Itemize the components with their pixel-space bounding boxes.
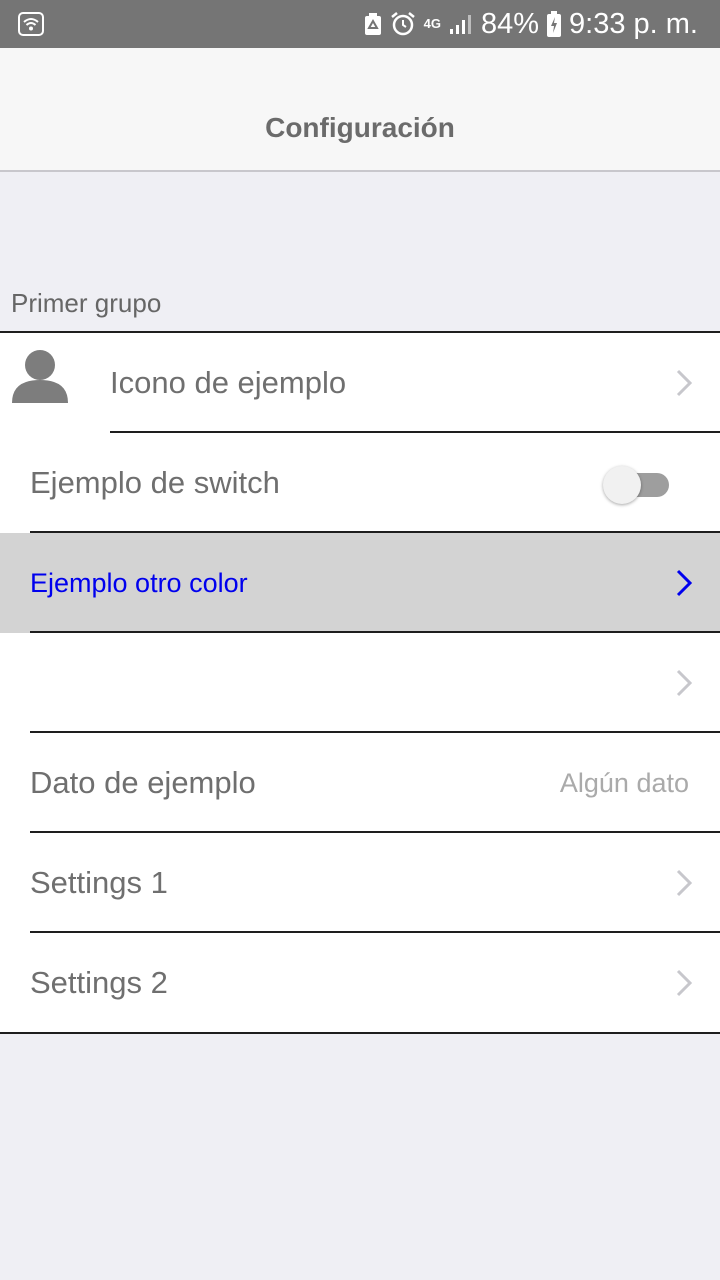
clock: 9:33 p. m. (569, 7, 698, 40)
list-item-label: Dato de ejemplo (30, 765, 256, 800)
chevron-right-icon (676, 369, 693, 402)
list-item-dato: Dato de ejemplo Algún dato (0, 733, 720, 833)
nav-bar: Configuración (0, 48, 720, 172)
list-item-icono[interactable]: Icono de ejemplo (0, 333, 720, 433)
battery-percent: 84% (480, 7, 540, 40)
alarm-icon (390, 11, 416, 37)
list-item-label: Settings 1 (30, 865, 168, 900)
page-title: Configuración (265, 112, 455, 143)
list-item-label: Ejemplo otro color (30, 567, 248, 598)
example-switch[interactable] (603, 465, 669, 505)
list-item-label: Icono de ejemplo (110, 365, 347, 400)
list-item-label: Ejemplo de switch (30, 465, 280, 500)
list-item-settings-2[interactable]: Settings 2 (0, 933, 720, 1033)
list-item-detail: Algún dato (559, 767, 689, 798)
chevron-right-icon (676, 969, 693, 1002)
chevron-right-icon (676, 669, 693, 702)
list-item-label: Settings 2 (30, 965, 168, 1000)
signal-icon (449, 13, 473, 35)
chevron-right-icon (676, 569, 693, 602)
network-4g-icon: 4G (423, 16, 441, 31)
switch-thumb (603, 466, 641, 504)
list-item-otro-color[interactable]: Ejemplo otro color (0, 533, 720, 633)
status-bar: 4G 84% 9:33 p. m. (0, 0, 720, 48)
list-item-settings-1[interactable]: Settings 1 (0, 833, 720, 933)
settings-list: Icono de ejemplo Ejemplo de switch Ejemp… (0, 331, 720, 1034)
list-item-switch: Ejemplo de switch (0, 433, 720, 533)
chevron-right-icon (676, 869, 693, 902)
list-item-empty[interactable] (0, 633, 720, 733)
wifi-icon (18, 12, 44, 36)
section-header: Primer grupo (11, 288, 162, 318)
person-icon (10, 349, 70, 403)
recycle-icon (364, 12, 382, 36)
battery-charging-icon (547, 11, 562, 37)
